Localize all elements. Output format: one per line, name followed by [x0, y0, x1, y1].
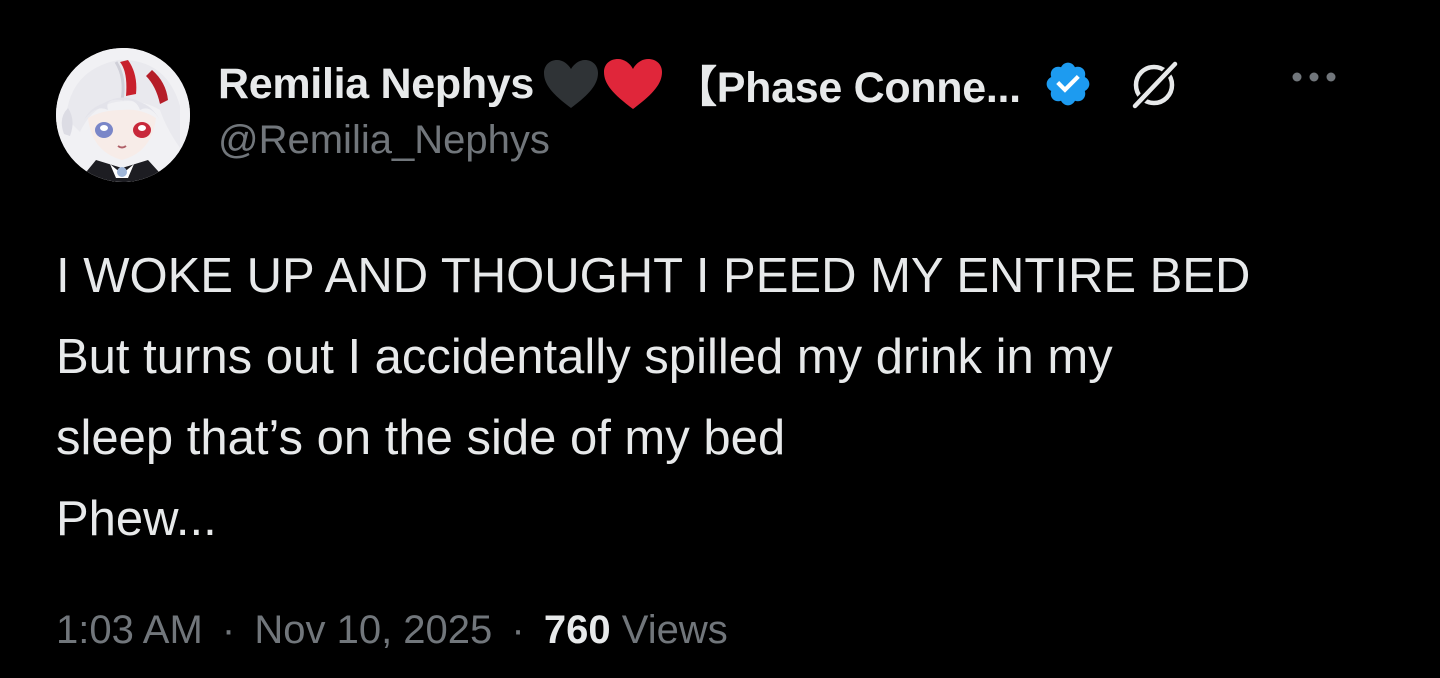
author-affiliation: 【Phase Conne... [674, 64, 1021, 112]
anime-avatar-icon [56, 48, 190, 182]
meta-separator: · [511, 608, 525, 652]
verified-badge-icon[interactable] [1043, 59, 1093, 109]
views-count[interactable]: 760 [544, 608, 611, 652]
author-name-emojis [542, 57, 664, 111]
avatar[interactable] [56, 48, 190, 182]
tweet-text-line: I WOKE UP AND THOUGHT I PEED MY ENTIRE B… [56, 249, 1251, 303]
grok-icon[interactable] [1127, 56, 1183, 112]
tweet-text: I WOKE UP AND THOUGHT I PEED MY ENTIRE B… [56, 236, 1396, 560]
author-header: Remilia Nephys 【Phase Conne... @Remilia_… [218, 52, 1400, 182]
black-heart-icon [544, 60, 599, 108]
more-options-icon[interactable] [1290, 70, 1338, 84]
author-handle[interactable]: @Remilia_Nephys [218, 118, 1400, 163]
tweet-meta: 1:03 AM · Nov 10, 2025 · 760 Views [56, 608, 728, 653]
tweet-text-line: Phew... [56, 492, 217, 546]
tweet-card: Remilia Nephys 【Phase Conne... @Remilia_… [0, 0, 1440, 678]
tweet-text-line: sleep that’s on the side of my bed [56, 411, 786, 465]
views-label[interactable]: Views [622, 608, 728, 652]
meta-separator: · [221, 608, 236, 652]
tweet-text-line: But turns out I accidentally spilled my … [56, 330, 1113, 384]
tweet-date[interactable]: Nov 10, 2025 [254, 608, 492, 652]
author-display-name[interactable]: Remilia Nephys [218, 60, 534, 109]
tweet-time[interactable]: 1:03 AM [56, 608, 203, 652]
red-heart-icon [604, 59, 663, 109]
author-name-row: Remilia Nephys 【Phase Conne... [218, 52, 1400, 116]
